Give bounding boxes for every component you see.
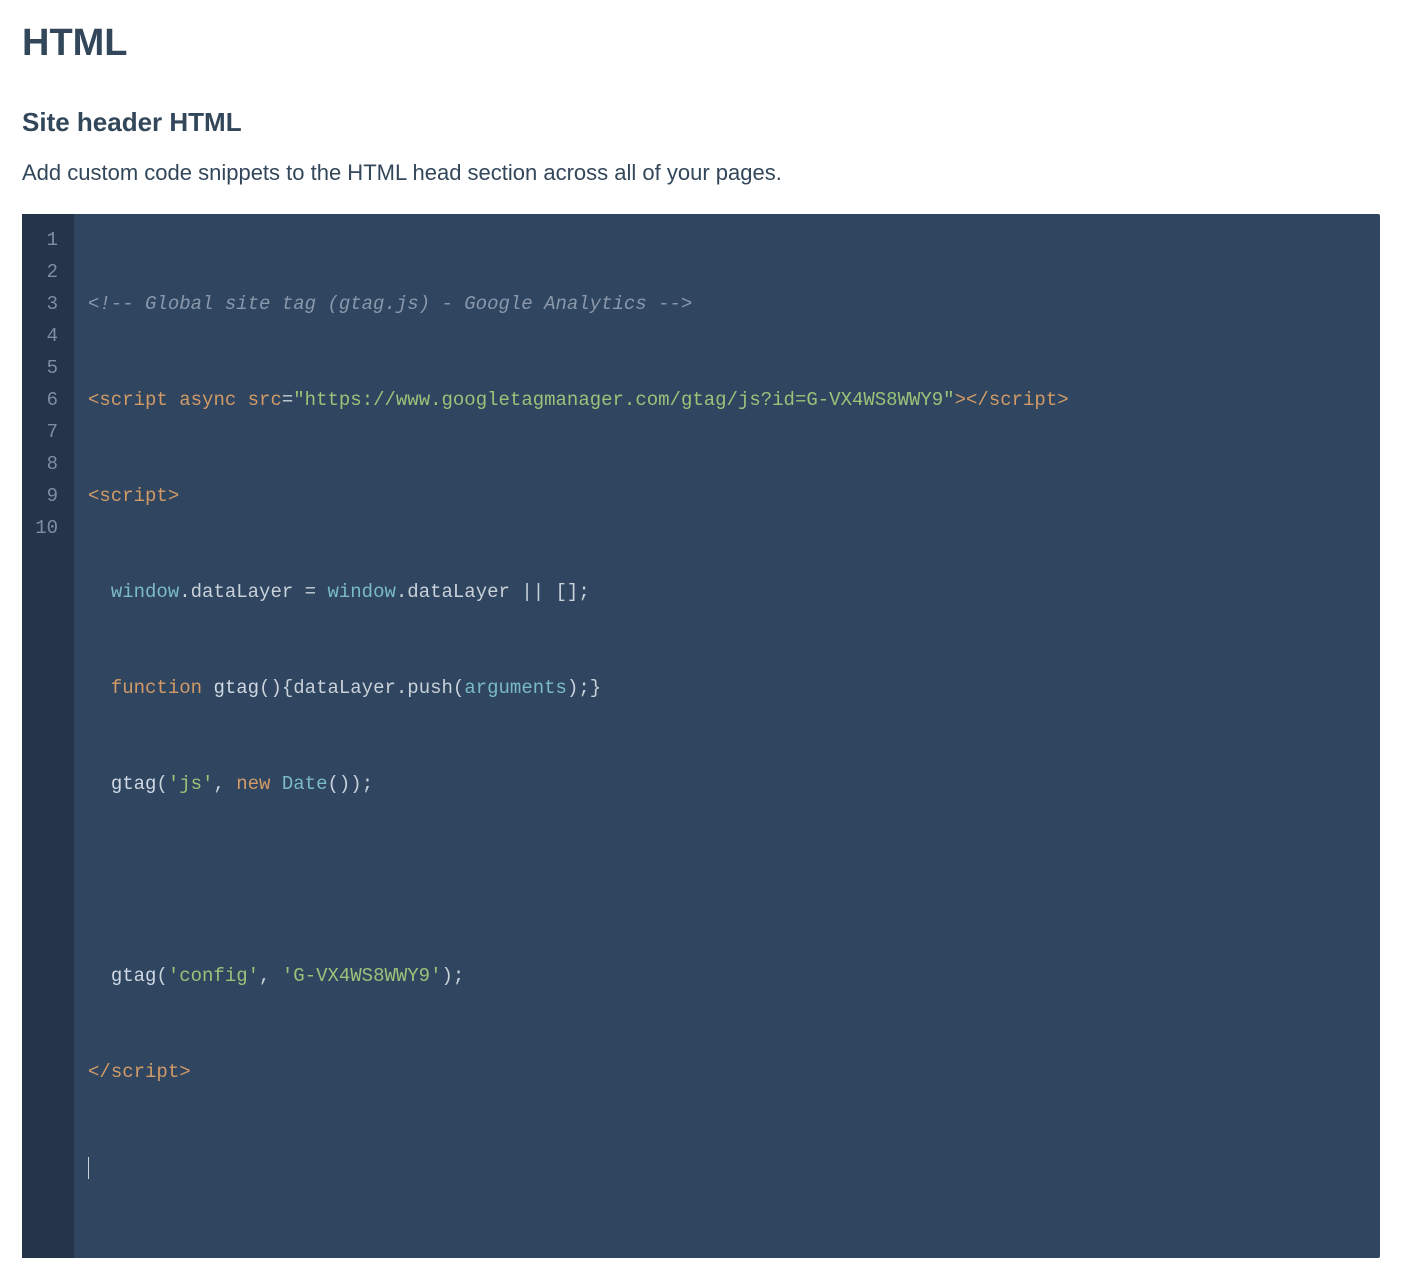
line-number: 1 [22,224,66,256]
line-number: 3 [22,288,66,320]
code-line: function gtag(){dataLayer.push(arguments… [88,672,1366,704]
code-line [88,1152,1366,1184]
code-line: window.dataLayer = window.dataLayer || [… [88,576,1366,608]
line-number: 5 [22,352,66,384]
code-line: gtag('js', new Date()); [88,768,1366,800]
line-number: 2 [22,256,66,288]
line-number: 6 [22,384,66,416]
line-number-gutter: 1 2 3 4 5 6 7 8 9 10 [22,214,74,1258]
code-editor[interactable]: 1 2 3 4 5 6 7 8 9 10 <!-- Global site ta… [22,214,1380,1258]
code-line: </script> [88,1056,1366,1088]
line-number: 7 [22,416,66,448]
code-line: gtag('config', 'G-VX4WS8WWY9'); [88,960,1366,992]
section-title: HTML [22,22,1380,65]
line-number: 8 [22,448,66,480]
code-line [88,864,1366,896]
code-line: <script> [88,480,1366,512]
code-line: <!-- Global site tag (gtag.js) - Google … [88,288,1366,320]
code-line: <script async src="https://www.googletag… [88,384,1366,416]
line-number: 4 [22,320,66,352]
section-description: Add custom code snippets to the HTML hea… [22,160,1380,186]
cursor-icon [88,1157,89,1179]
line-number: 9 [22,480,66,512]
subsection-title: Site header HTML [22,107,1380,138]
line-number: 10 [22,512,66,544]
code-content[interactable]: <!-- Global site tag (gtag.js) - Google … [74,214,1380,1258]
